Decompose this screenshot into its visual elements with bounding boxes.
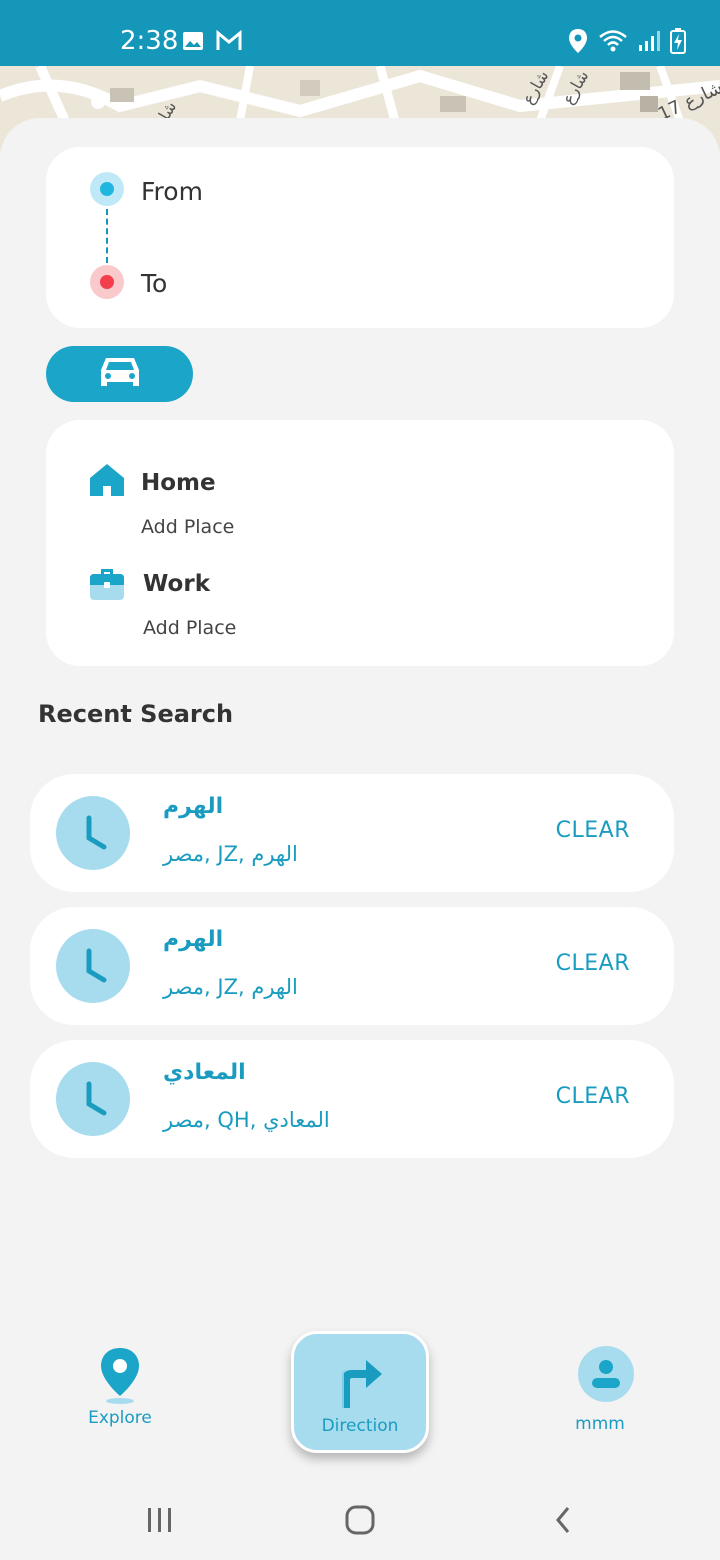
- status-time: 2:38: [120, 26, 179, 56]
- nav-profile[interactable]: mmm: [560, 1346, 640, 1434]
- user-icon: [572, 1346, 640, 1406]
- nav-label: Direction: [321, 1416, 399, 1436]
- recent-search-title: Recent Search: [38, 700, 234, 728]
- clock-icon: [56, 929, 130, 1003]
- map-pin-icon: [80, 1346, 160, 1408]
- recent-place-address: مصر, QH, المعادي: [163, 1108, 330, 1132]
- clock-icon: [56, 1062, 130, 1136]
- status-bar: 2:38: [0, 0, 720, 66]
- nav-label: Explore: [88, 1408, 152, 1428]
- place-subtitle: Add Place: [141, 516, 235, 538]
- car-mode-button[interactable]: [46, 346, 193, 402]
- car-icon: [98, 354, 142, 394]
- bottom-navigation: Explore Direction mmm: [0, 1300, 720, 1480]
- recent-place-name: الهرم: [163, 927, 224, 952]
- home-icon: [89, 462, 125, 502]
- clear-button[interactable]: CLEAR: [556, 1084, 630, 1109]
- wifi-icon: [598, 29, 628, 57]
- briefcase-icon: [89, 566, 125, 606]
- location-icon: [568, 28, 588, 58]
- from-input[interactable]: From: [141, 177, 203, 206]
- battery-charging-icon: [670, 28, 686, 58]
- place-subtitle: Add Place: [143, 617, 237, 639]
- recent-place-name: الهرم: [163, 794, 224, 819]
- home-system-icon[interactable]: [344, 1504, 376, 1540]
- clock-icon: [56, 796, 130, 870]
- route-connector: [106, 209, 108, 263]
- to-input[interactable]: To: [141, 269, 167, 298]
- nav-explore[interactable]: Explore: [80, 1346, 160, 1428]
- turn-right-arrow-icon: [336, 1348, 386, 1412]
- gmail-icon: [216, 29, 242, 56]
- gallery-icon: [182, 30, 204, 56]
- destination-dot-icon: [90, 265, 124, 299]
- nav-direction[interactable]: Direction: [291, 1331, 429, 1453]
- recent-place-address: مصر, JZ, الهرم: [163, 842, 298, 866]
- back-icon[interactable]: [552, 1504, 574, 1540]
- clear-button[interactable]: CLEAR: [556, 951, 630, 976]
- saved-places-card: Home Add Place Work Add Place: [46, 420, 674, 666]
- recent-search-item[interactable]: الهرم مصر, JZ, الهرم CLEAR: [30, 774, 674, 892]
- nav-label: mmm: [575, 1414, 625, 1434]
- recent-place-name: المعادي: [163, 1060, 246, 1085]
- origin-dot-icon: [90, 172, 124, 206]
- recent-search-item[interactable]: المعادي مصر, QH, المعادي CLEAR: [30, 1040, 674, 1158]
- system-navigation-bar: [0, 1478, 720, 1560]
- recent-search-item[interactable]: الهرم مصر, JZ, الهرم CLEAR: [30, 907, 674, 1025]
- place-title: Home: [141, 470, 216, 496]
- route-card: From To: [46, 147, 674, 328]
- signal-icon: [638, 30, 660, 56]
- recent-place-address: مصر, JZ, الهرم: [163, 975, 298, 999]
- place-title: Work: [143, 571, 210, 597]
- recent-apps-icon[interactable]: [146, 1506, 174, 1538]
- clear-button[interactable]: CLEAR: [556, 818, 630, 843]
